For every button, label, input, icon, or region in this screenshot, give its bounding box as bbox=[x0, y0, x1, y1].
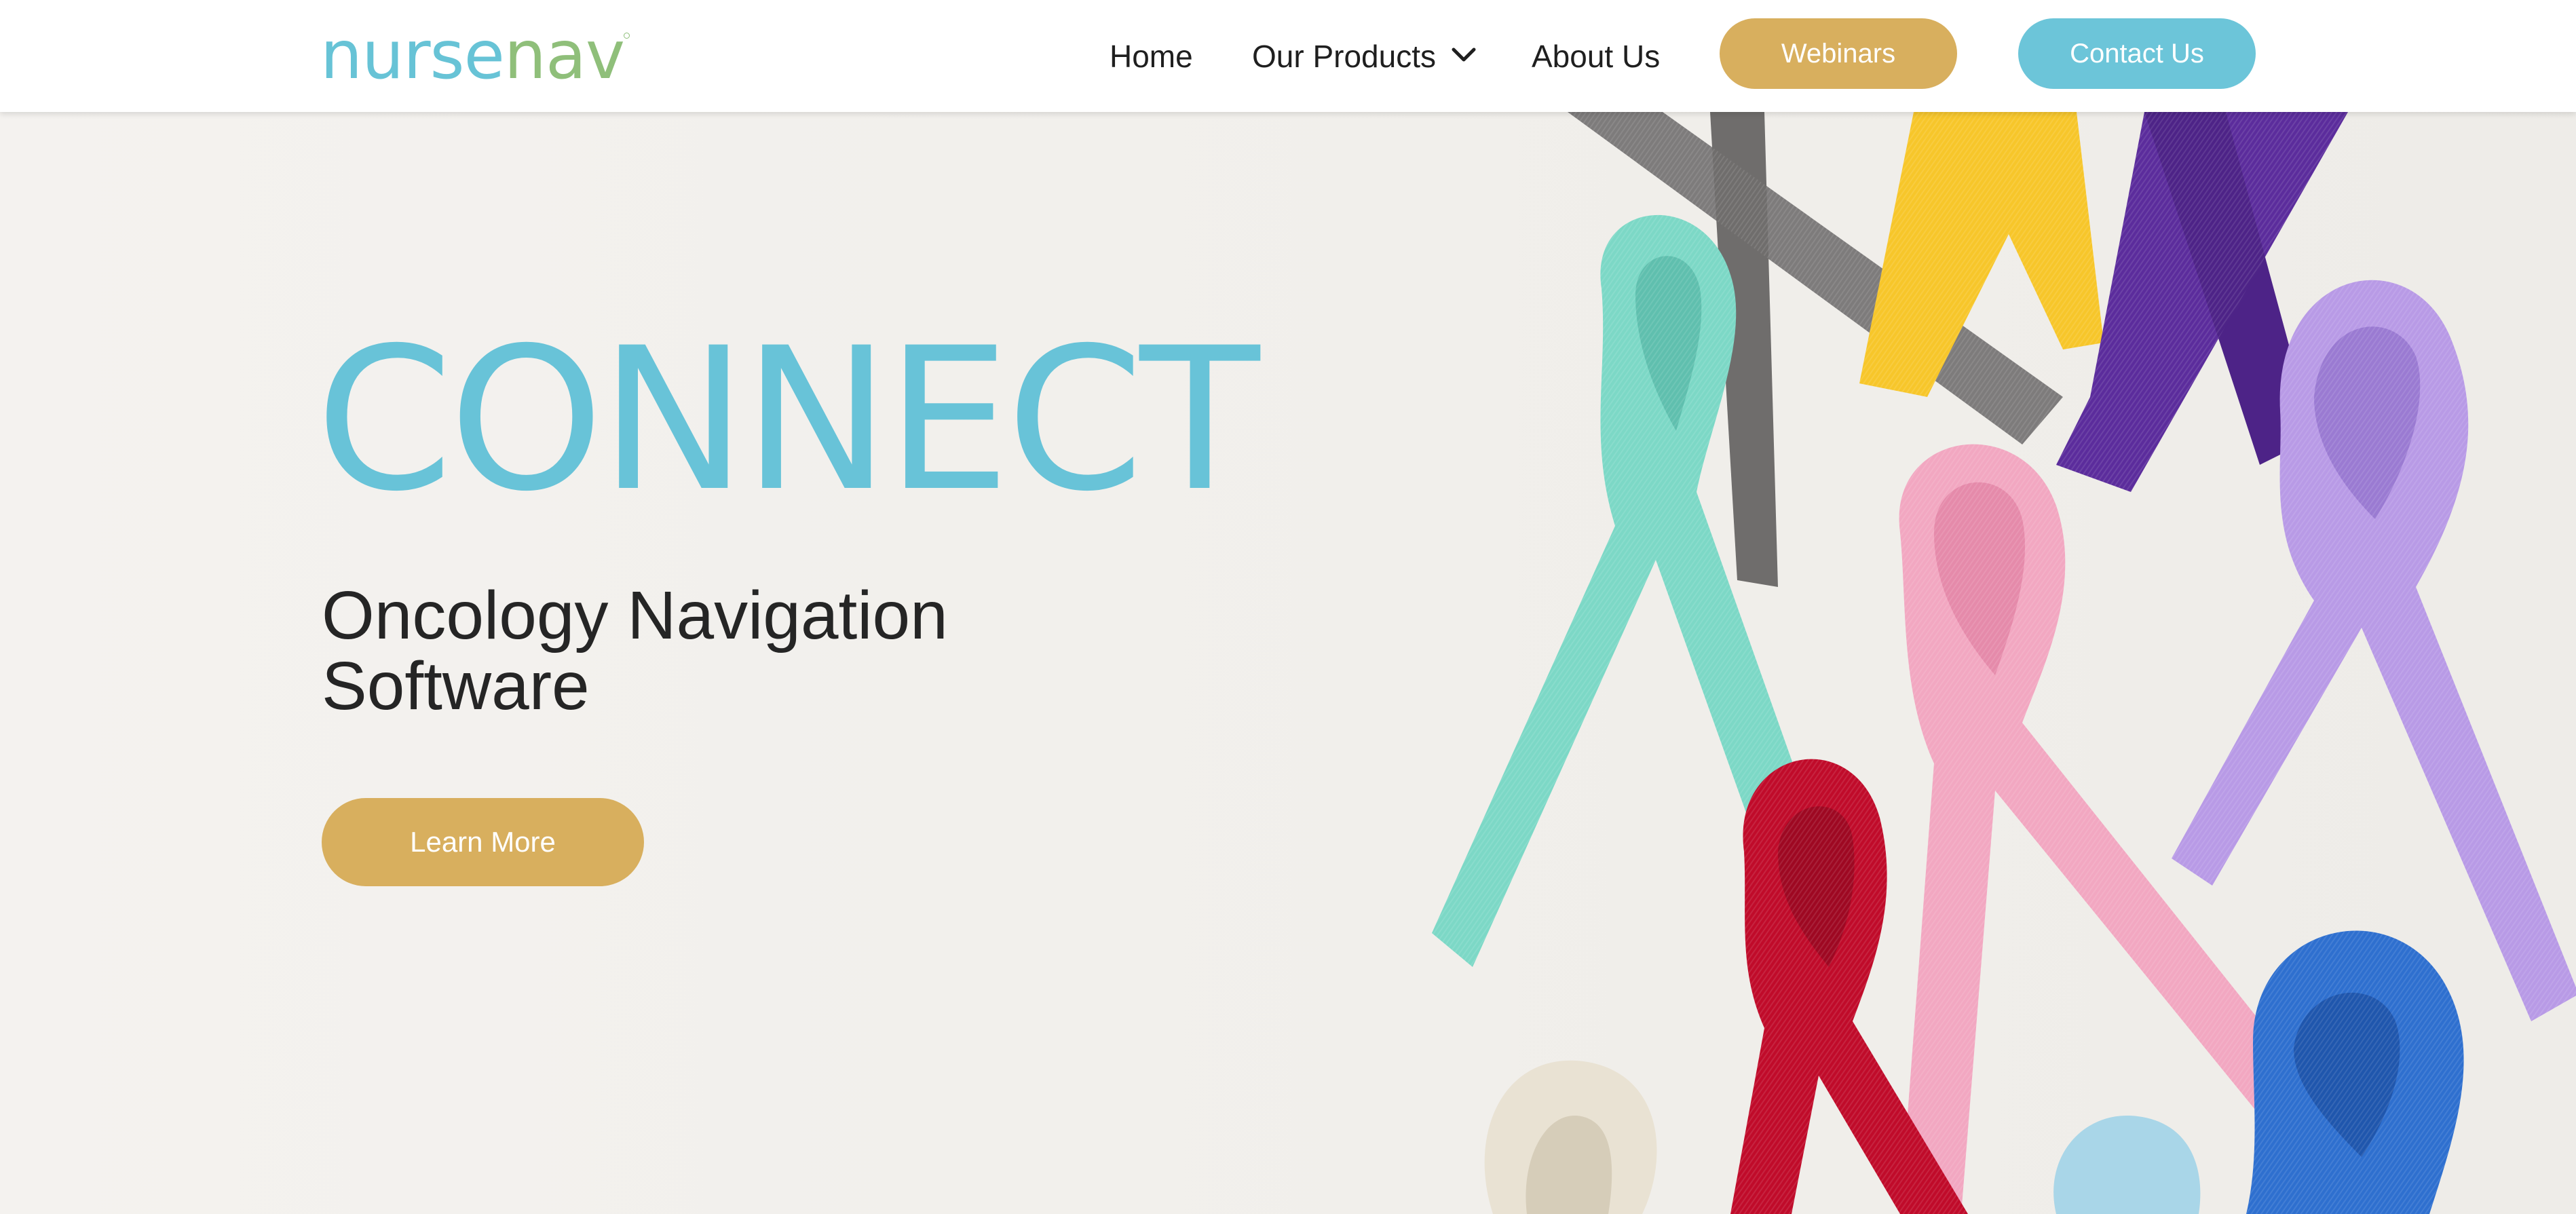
hero-subtitle-line-2: Software bbox=[322, 648, 590, 724]
nav-about-label: About Us bbox=[1532, 38, 1661, 74]
page: nursenav Home Our Products About Us Webi… bbox=[0, 0, 2576, 1214]
site-header: nursenav Home Our Products About Us Webi… bbox=[0, 0, 2576, 112]
lavender-ribbon bbox=[2172, 280, 2576, 1021]
trademark-mark bbox=[624, 33, 630, 39]
logo-part-nav: nav bbox=[504, 17, 625, 94]
blue-ribbon bbox=[2246, 930, 2464, 1214]
nav-about-us-link[interactable]: About Us bbox=[1532, 0, 1660, 112]
light-blue-ribbon bbox=[2053, 1116, 2201, 1214]
chevron-down-icon bbox=[1452, 48, 1476, 61]
hero-subtitle: Oncology Navigation Software bbox=[322, 580, 1136, 721]
nav-home-label: Home bbox=[1110, 38, 1193, 74]
nav-home-link[interactable]: Home bbox=[1110, 0, 1193, 112]
webinars-button[interactable]: Webinars bbox=[1720, 18, 1957, 89]
nav-products-label: Our Products bbox=[1252, 38, 1436, 74]
cream-ribbon bbox=[1484, 1060, 1657, 1214]
nursenav-logo[interactable]: nursenav bbox=[320, 15, 630, 96]
awareness-ribbons-image bbox=[1432, 112, 2576, 1214]
learn-more-button[interactable]: Learn More bbox=[322, 798, 644, 886]
logo-part-nurse: nurse bbox=[320, 17, 505, 94]
contact-us-button[interactable]: Contact Us bbox=[2018, 18, 2256, 89]
hero-title: CONNECT bbox=[316, 306, 1259, 535]
nav-our-products-dropdown[interactable]: Our Products bbox=[1252, 0, 1477, 112]
hero-subtitle-line-1: Oncology Navigation bbox=[322, 577, 948, 653]
